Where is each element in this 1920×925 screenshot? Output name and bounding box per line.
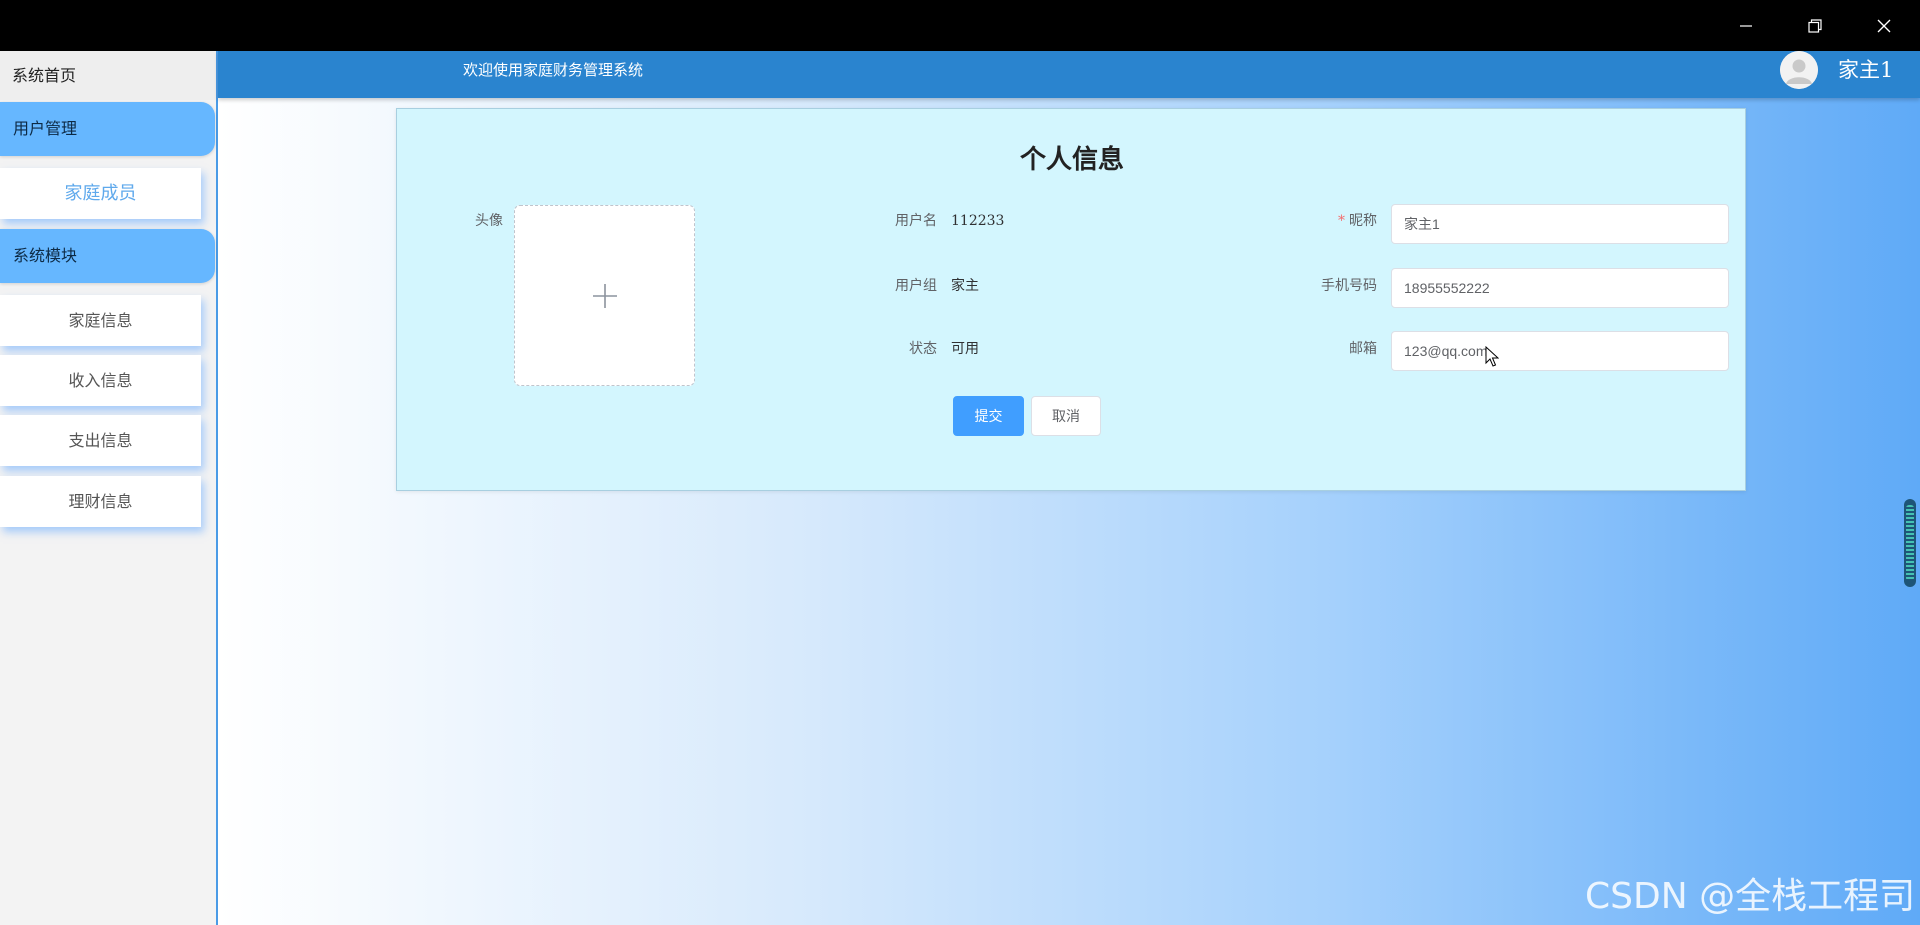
- avatar-upload[interactable]: [514, 205, 695, 386]
- email-label: 邮箱: [1349, 341, 1377, 357]
- sidebar-group-user-management[interactable]: 用户管理: [0, 102, 215, 156]
- phone-label: 手机号码: [1321, 278, 1377, 294]
- sidebar-group-system-module[interactable]: 系统模块: [0, 229, 215, 283]
- personal-info-card: 个人信息 头像 用户名 112233 用户组 家主 状态 可用 *昵称 手机号码…: [396, 108, 1746, 491]
- user-avatar-icon: [1780, 51, 1818, 89]
- status-value: 可用: [951, 341, 979, 357]
- main-content: 欢迎使用家庭财务管理系统 家主1 个人信息 头像 用户名 112233 用户组 …: [218, 51, 1920, 925]
- close-button[interactable]: [1850, 0, 1918, 51]
- avatar-label: 头像: [475, 213, 503, 229]
- nickname-input[interactable]: [1391, 204, 1729, 244]
- header-username[interactable]: 家主1: [1838, 51, 1893, 89]
- sidebar-item-expense-info[interactable]: 支出信息: [0, 415, 201, 466]
- sidebar-item-family-info[interactable]: 家庭信息: [0, 295, 201, 346]
- sidebar-item-family-members[interactable]: 家庭成员: [0, 168, 201, 219]
- submit-button[interactable]: 提交: [953, 396, 1024, 436]
- user-avatar[interactable]: [1780, 51, 1818, 89]
- header-title: 欢迎使用家庭财务管理系统: [463, 61, 644, 79]
- top-header: 欢迎使用家庭财务管理系统 家主1: [218, 51, 1920, 98]
- close-icon: [1877, 19, 1891, 32]
- username-value: 112233: [951, 213, 1005, 229]
- sidebar-item-finance-info[interactable]: 理财信息: [0, 476, 201, 527]
- nickname-label: * 昵称: [1277, 211, 1377, 231]
- watermark: CSDN @全栈工程司: [1585, 876, 1916, 917]
- nickname-label-text: 昵称: [1349, 213, 1377, 229]
- cancel-button[interactable]: 取消: [1031, 396, 1101, 436]
- user-group-value: 家主: [951, 278, 979, 294]
- username-label: 用户名: [895, 213, 937, 229]
- email-input[interactable]: [1391, 331, 1729, 371]
- phone-input[interactable]: [1391, 268, 1729, 308]
- restore-icon: [1808, 18, 1822, 33]
- minimize-icon: [1740, 24, 1752, 27]
- mouse-cursor-icon: [1485, 346, 1499, 367]
- window-titlebar: [0, 0, 1920, 51]
- status-label: 状态: [909, 341, 937, 357]
- minimize-button[interactable]: [1712, 0, 1780, 51]
- scrollbar-grip: [1906, 505, 1914, 581]
- sidebar-item-income-info[interactable]: 收入信息: [0, 355, 201, 406]
- plus-icon: [592, 283, 617, 308]
- sidebar: 系统首页 用户管理 家庭成员 系统模块 家庭信息 收入信息 支出信息 理财信息: [0, 51, 218, 925]
- restore-button[interactable]: [1781, 0, 1849, 51]
- required-mark: *: [1338, 213, 1345, 229]
- sidebar-home[interactable]: 系统首页: [0, 51, 216, 100]
- scrollbar-thumb[interactable]: [1904, 499, 1916, 587]
- page-title: 个人信息: [1019, 145, 1124, 175]
- user-group-label: 用户组: [895, 278, 937, 294]
